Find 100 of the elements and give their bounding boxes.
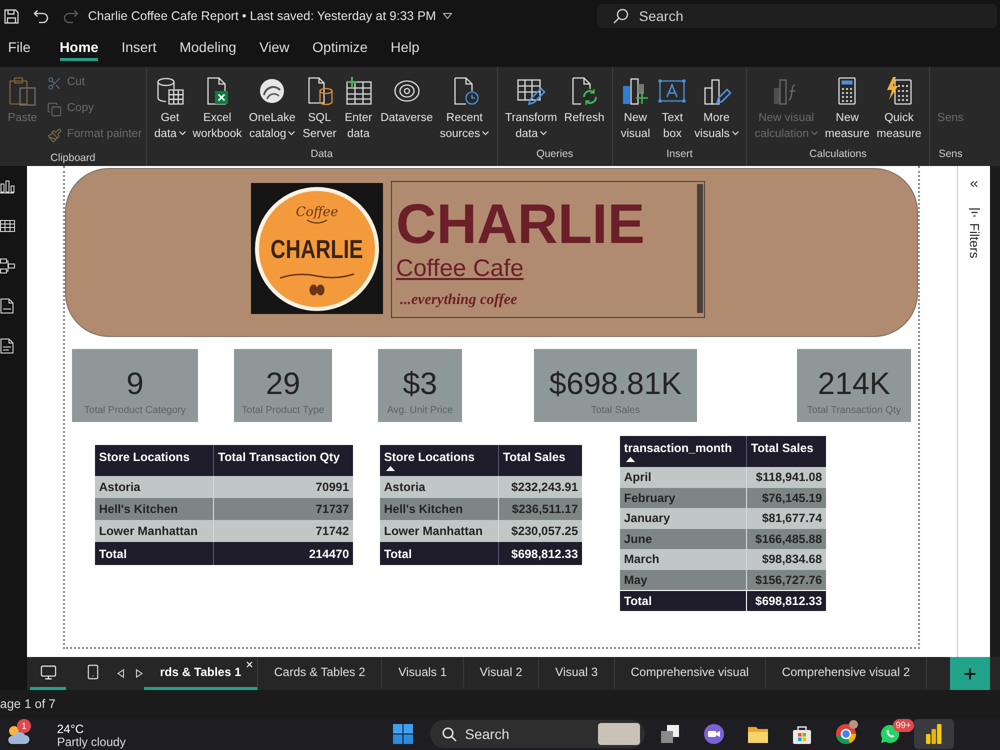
- sort-ascending-icon[interactable]: [626, 457, 635, 462]
- copy-icon: [47, 102, 62, 116]
- ribbon-button[interactable]: New measure: [821, 76, 874, 142]
- table-cell: $76,145.19: [746, 488, 826, 508]
- profile-avatar: [849, 720, 858, 729]
- chevron-down-icon: [540, 131, 547, 136]
- overlapping-squares-icon: [659, 723, 681, 745]
- ribbon-button[interactable]: More visuals: [690, 76, 742, 142]
- table-cell: $232,243.91: [498, 476, 582, 498]
- column-header[interactable]: transaction_month: [620, 436, 746, 467]
- clipboard-icon: [8, 76, 38, 106]
- total-cell: Total: [620, 590, 746, 611]
- scroll-left-icon[interactable]: [117, 669, 125, 678]
- chevron-down-icon: [288, 131, 296, 136]
- scroll-right-icon[interactable]: [135, 669, 143, 678]
- ribbon-button[interactable]: SQL Server: [299, 76, 340, 142]
- bar-chart-icon[interactable]: [0, 178, 15, 194]
- table-cell: $236,511.17: [498, 498, 582, 520]
- table-cell: April: [620, 467, 746, 488]
- ribbon-button[interactable]: Transform data: [502, 76, 561, 142]
- notification-badge: 99+: [892, 719, 914, 732]
- table-cell: Lower Manhattan: [95, 520, 213, 542]
- menu-tab[interactable]: Help: [390, 32, 420, 61]
- document-icon[interactable]: [0, 298, 15, 314]
- kpi-value: 29: [266, 368, 300, 399]
- paintbrush-icon: [47, 128, 62, 142]
- kpi-value: $3: [402, 368, 438, 399]
- plus-icon: [962, 666, 978, 682]
- table-cell: $98,834.68: [746, 549, 826, 570]
- ribbon-button[interactable]: OneLake catalog: [245, 76, 300, 142]
- search-icon: [613, 8, 629, 24]
- column-header[interactable]: Total Sales: [498, 445, 582, 476]
- windows-logo-icon: [393, 724, 413, 744]
- diagram-icon[interactable]: [0, 258, 15, 274]
- ribbon-group-label: Calculations: [808, 147, 868, 162]
- table-icon[interactable]: [0, 218, 15, 234]
- table-cell: $230,057.25: [498, 520, 582, 542]
- ribbon-button[interactable]: Refresh: [560, 76, 608, 126]
- weather-cloud-sun-icon[interactable]: [5, 723, 31, 745]
- table-cell: June: [620, 528, 746, 549]
- ribbon-group-label: Data: [310, 147, 334, 162]
- menu-tab[interactable]: Optimize: [312, 32, 368, 61]
- table-cell: March: [620, 549, 746, 570]
- coffee-beans-icon: [309, 284, 325, 296]
- menu-tab[interactable]: View: [259, 32, 290, 61]
- menu-tab[interactable]: File: [8, 32, 31, 61]
- page-count: age 1 of 7: [0, 696, 56, 713]
- column-header[interactable]: Store Locations: [380, 445, 498, 476]
- chevron-down-icon: [732, 131, 739, 136]
- total-cell: 214470: [213, 542, 353, 565]
- search-icon: [442, 727, 457, 742]
- document-icon[interactable]: [0, 338, 15, 354]
- add-page-button[interactable]: [950, 657, 990, 690]
- table-cell: 71742: [213, 520, 353, 542]
- column-header[interactable]: Total Transaction Qty: [213, 445, 353, 476]
- monitor-icon: [40, 664, 56, 680]
- database-grid-icon: [154, 76, 185, 106]
- table-cell: February: [620, 488, 746, 508]
- total-cell: $698,812.33: [498, 542, 582, 565]
- phone-icon: [85, 664, 101, 680]
- column-header[interactable]: Store Locations: [95, 445, 213, 476]
- scissors-icon: [47, 76, 62, 90]
- scrollbar[interactable]: [697, 184, 703, 313]
- banner-subtitle: Coffee Cafe: [396, 257, 524, 281]
- ribbon-button[interactable]: New visual: [616, 76, 654, 142]
- filter-icon: [968, 208, 980, 217]
- table-cell: Hell's Kitchen: [95, 498, 213, 520]
- calculator-lightning-icon: [884, 76, 914, 106]
- ribbon-button[interactable]: Text box: [654, 76, 691, 142]
- collapse-icon[interactable]: [968, 178, 980, 190]
- total-cell: Total: [95, 542, 213, 565]
- table-cell: 71737: [213, 498, 353, 520]
- ribbon-button[interactable]: Quick measure: [873, 76, 925, 142]
- ribbon-button[interactable]: Excel workbook: [189, 76, 246, 142]
- redo-icon: [63, 8, 79, 24]
- browser-icon: [835, 723, 857, 745]
- search-field[interactable]: Search: [597, 4, 997, 28]
- save-icon: [4, 8, 18, 24]
- folder-icon: [747, 724, 769, 744]
- menu-tab[interactable]: Home: [60, 32, 98, 61]
- menu-tab[interactable]: Modeling: [179, 32, 236, 61]
- sort-ascending-icon[interactable]: [386, 466, 395, 471]
- dropdown-caret-icon[interactable]: [443, 13, 452, 19]
- menu-tab[interactable]: Insert: [121, 32, 156, 61]
- ribbon-button[interactable]: Enter data: [340, 76, 377, 142]
- ribbon-button[interactable]: Dataverse: [376, 76, 436, 126]
- ribbon-button[interactable]: Get data: [150, 76, 190, 142]
- ribbon-button[interactable]: Recent sources: [436, 76, 493, 142]
- close-icon[interactable]: [245, 660, 254, 669]
- filters-label: Filters: [966, 223, 983, 258]
- table-cell: Astoria: [380, 476, 498, 498]
- table-cell: $81,677.74: [746, 508, 826, 528]
- table-cell: $166,485.88: [746, 528, 826, 549]
- banner-title: CHARLIE: [396, 196, 645, 252]
- taskbar-app-button[interactable]: [914, 719, 954, 749]
- smile-curve-icon: [306, 218, 328, 224]
- temperature: 24°C: [57, 723, 85, 736]
- wave-line-icon: [279, 272, 355, 280]
- column-header[interactable]: Total Sales: [746, 436, 826, 467]
- ribbon-group-label: Sens: [938, 147, 964, 162]
